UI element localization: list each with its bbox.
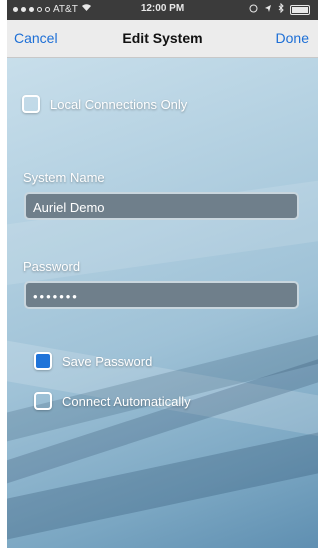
system-name-field[interactable]: Auriel Demo (24, 192, 299, 220)
system-name-label: System Name (23, 170, 105, 185)
alarm-icon (249, 4, 258, 16)
connect-automatically-checkbox[interactable] (34, 392, 52, 410)
local-connections-only-toggle[interactable]: Local Connections Only (22, 95, 187, 113)
save-password-checkbox[interactable] (34, 352, 52, 370)
status-bar: AT&T 12:00 PM (7, 0, 318, 20)
connect-automatically-toggle[interactable]: Connect Automatically (34, 392, 191, 410)
page-title: Edit System (122, 30, 203, 46)
location-icon (264, 4, 272, 16)
background-streak (7, 417, 318, 545)
battery-icon (290, 4, 310, 15)
phone-screen: AT&T 12:00 PM Cancel Edit System Done Lo… (7, 0, 318, 548)
save-password-toggle[interactable]: Save Password (34, 352, 152, 370)
password-field[interactable]: ••••••• (24, 281, 299, 309)
navigation-bar: Cancel Edit System Done (7, 20, 318, 58)
local-connections-only-label: Local Connections Only (50, 96, 188, 112)
local-connections-only-checkbox[interactable] (22, 95, 40, 113)
status-indicators (249, 2, 310, 16)
password-label: Password (23, 259, 81, 274)
save-password-label: Save Password (62, 353, 153, 369)
connect-automatically-label: Connect Automatically (62, 393, 191, 409)
done-button[interactable]: Done (276, 30, 309, 46)
bluetooth-icon (278, 2, 284, 16)
